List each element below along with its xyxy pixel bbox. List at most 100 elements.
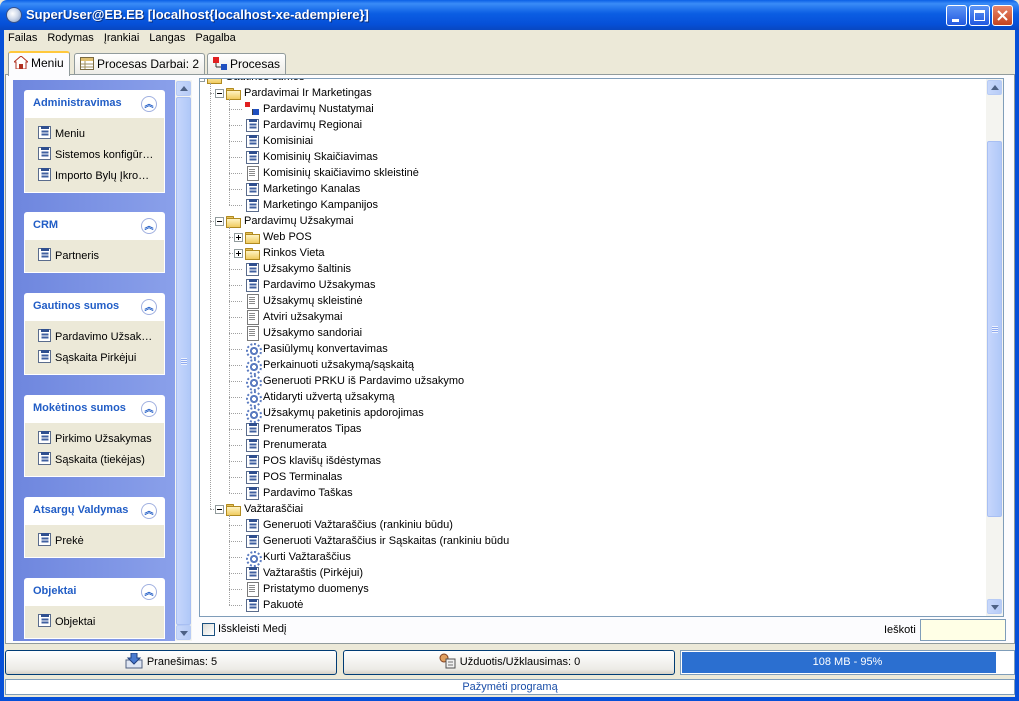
scroll-up-button[interactable] <box>176 81 191 96</box>
maximize-button[interactable] <box>969 5 990 26</box>
tree-node[interactable]: Pardavimo Užsakymas <box>244 277 375 293</box>
tree-node-label: Pristatymo duomenys <box>263 583 369 595</box>
sidebar-item[interactable]: Importo Bylų Įkro… <box>25 166 164 187</box>
collapse-icon[interactable]: ︽ <box>141 96 157 112</box>
sidebar-group-header[interactable]: Atsargų Valdymas ︽ <box>24 497 165 525</box>
menu-view[interactable]: Rodymas <box>43 30 99 44</box>
menu-tree[interactable]: Gautinos sumos Pardavimai Ir Marketingas P… <box>199 78 1004 617</box>
scroll-thumb[interactable] <box>176 97 191 625</box>
sidebar-item[interactable]: Pirkimo Užsakymas <box>25 429 164 450</box>
tree-node[interactable]: Generuoti Važtaraščius (rankiniu būdu) <box>244 517 453 533</box>
tree-node-label: Pakuotė <box>263 599 304 611</box>
collapse-icon[interactable]: ︽ <box>141 584 157 600</box>
tree-node[interactable]: Pasiūlymų konvertavimas <box>244 341 388 359</box>
folder-icon <box>225 213 241 229</box>
tree-node[interactable]: Komisinių skaičiavimo skleistinė <box>244 165 419 181</box>
memory-bar[interactable]: 108 MB - 95% <box>680 650 1015 675</box>
tree-node[interactable]: Atidaryti užvertą užsakymą <box>244 389 394 407</box>
tree-node-label: Pardavimų Nustatymai <box>263 103 374 115</box>
tree-node[interactable]: Marketingo Kampanijos <box>244 197 378 213</box>
expand-icon[interactable] <box>234 233 243 242</box>
sidebar-item[interactable]: Partneris <box>25 246 164 267</box>
collapse-icon[interactable] <box>215 505 224 514</box>
tree-node[interactable]: Pardavimai Ir Marketingas <box>225 85 372 101</box>
sidebar-item[interactable]: Sistemos konfigūr… <box>25 145 164 166</box>
report-icon <box>244 581 260 597</box>
sidebar-group-header[interactable]: Mokėtinos sumos ︽ <box>24 395 165 423</box>
tree-node[interactable]: Pardavimo Taškas <box>244 485 353 501</box>
sidebar-item[interactable]: Prekė <box>25 531 164 552</box>
expand-icon[interactable] <box>234 249 243 258</box>
scroll-down-button[interactable] <box>176 625 191 640</box>
tree-node[interactable]: Rinkos Vieta <box>244 245 325 261</box>
tree-node[interactable]: Generuoti PRKU iš Pardavimo užsakymo <box>244 373 464 391</box>
tab-menu[interactable]: Meniu <box>8 51 70 76</box>
inbox-icon <box>125 652 143 669</box>
tree-connector <box>229 525 242 526</box>
tree-node[interactable]: Pristatymo duomenys <box>244 581 369 597</box>
collapse-icon[interactable]: ︽ <box>141 218 157 234</box>
tree-node[interactable]: Marketingo Kanalas <box>244 181 360 197</box>
tree-node[interactable]: Užsakymo sandoriai <box>244 325 362 341</box>
sidebar-item[interactable]: Objektai <box>25 612 164 633</box>
tree-node-label: Važtaraščiai <box>244 503 304 515</box>
collapse-icon[interactable]: ︽ <box>141 299 157 315</box>
tree-node[interactable]: Komisiniai <box>244 133 313 149</box>
tab-process[interactable]: Procesas <box>207 53 287 75</box>
collapse-icon[interactable] <box>215 89 224 98</box>
menu-window[interactable]: Langas <box>145 30 191 44</box>
sidebar-group-header[interactable]: Objektai ︽ <box>24 578 165 606</box>
menu-tools[interactable]: Įrankiai <box>100 30 145 44</box>
tree-node[interactable]: Užsakymų skleistinė <box>244 293 363 309</box>
tree-node[interactable]: Važtaraščiai <box>225 501 303 517</box>
collapse-icon[interactable]: ︽ <box>141 401 157 417</box>
menu-file[interactable]: Failas <box>4 30 43 44</box>
sidebar-item[interactable]: Sąskaita Pirkėjui <box>25 348 164 369</box>
tree-node[interactable]: POS klavišų išdėstymas <box>244 453 381 469</box>
minimize-button[interactable] <box>946 5 967 26</box>
tree-node[interactable]: Generuoti Važtaraščius ir Sąskaitas (ran… <box>244 533 509 549</box>
window-title-bar[interactable]: SuperUser@EB.EB [localhost{localhost-xe-… <box>0 0 1019 30</box>
tree-node[interactable]: Gautinos sumos <box>206 79 304 85</box>
tree-node[interactable]: Pardavimų Regionai <box>244 117 362 133</box>
tree-connector <box>229 125 242 126</box>
collapse-icon[interactable]: ︽ <box>141 503 157 519</box>
expand-tree-checkbox[interactable] <box>202 623 215 636</box>
tree-node[interactable]: Važtaraštis (Pirkėjui) <box>244 565 363 581</box>
sidebar-item[interactable]: Sąskaita (tiekėjas) <box>25 450 164 471</box>
tree-node[interactable]: Atviri užsakymai <box>244 309 342 325</box>
tree-node[interactable]: Kurti Važtaraščius <box>244 549 351 567</box>
collapse-icon[interactable] <box>215 217 224 226</box>
collapse-icon[interactable] <box>200 79 205 82</box>
scroll-thumb[interactable] <box>987 141 1002 517</box>
tree-node[interactable]: Užsakymų paketinis apdorojimas <box>244 405 424 423</box>
tree-node[interactable]: Web POS <box>244 229 312 245</box>
tree-node[interactable]: Prenumeratos Tipas <box>244 421 361 437</box>
scroll-up-button[interactable] <box>987 80 1002 95</box>
close-button[interactable] <box>992 5 1013 26</box>
tree-node[interactable]: Prenumerata <box>244 437 327 453</box>
sidebar-group-header[interactable]: CRM ︽ <box>24 212 165 240</box>
scroll-down-button[interactable] <box>987 599 1002 614</box>
sidebar-item[interactable]: Pardavimo Užsak… <box>25 327 164 348</box>
tree-node[interactable]: Pakuotė <box>244 597 303 613</box>
menu-help[interactable]: Pagalba <box>191 30 241 44</box>
tree-node[interactable]: POS Terminalas <box>244 469 342 485</box>
sidebar-item[interactable]: Meniu <box>25 124 164 145</box>
tree-connector <box>229 493 242 494</box>
tree-connector <box>229 333 242 334</box>
window-icon <box>244 469 260 485</box>
tree-node[interactable]: Užsakymo šaltinis <box>244 261 351 277</box>
tree-scrollbar[interactable] <box>986 79 1003 616</box>
sidebar-group-header[interactable]: Administravimas ︽ <box>24 90 165 118</box>
search-input[interactable] <box>920 619 1006 641</box>
tab-process-jobs[interactable]: Procesas Darbai: 2 <box>74 53 206 75</box>
tree-node[interactable]: Pardavimų Nustatymai <box>244 101 374 117</box>
tree-node[interactable]: Komisinių Skaičiavimas <box>244 149 378 165</box>
tree-node[interactable]: Perkainuoti užsakymą/sąskaitą <box>244 357 414 375</box>
tasks-button[interactable]: Užduotis/Užklausimas: 0 <box>343 650 675 675</box>
notices-button[interactable]: Pranešimas: 5 <box>5 650 337 675</box>
sidebar-scrollbar[interactable] <box>175 80 192 641</box>
sidebar-group-header[interactable]: Gautinos sumos ︽ <box>24 293 165 321</box>
tree-node[interactable]: Pardavimų Užsakymai <box>225 213 353 229</box>
